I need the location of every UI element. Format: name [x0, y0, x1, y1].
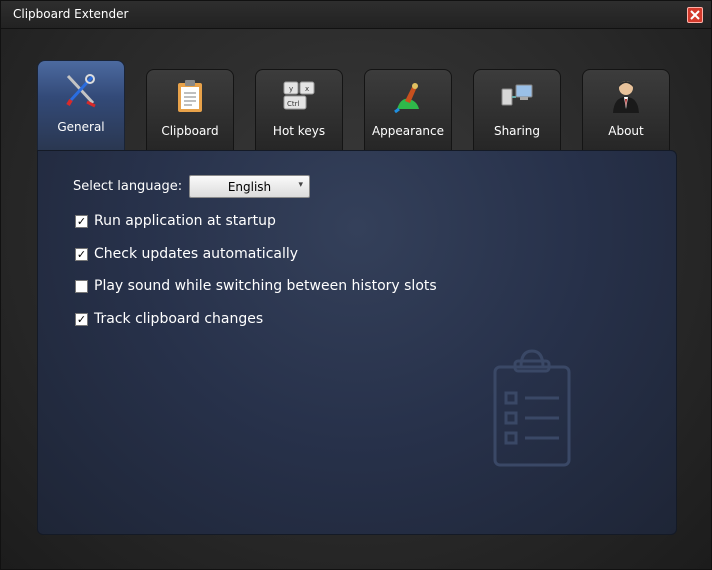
svg-text:Ctrl: Ctrl: [287, 100, 300, 108]
keyboard-icon: y x Ctrl: [279, 78, 319, 114]
svg-text:y: y: [289, 85, 293, 93]
tab-general[interactable]: General: [37, 60, 125, 151]
tools-icon: [61, 72, 101, 108]
option-label: Track clipboard changes: [94, 311, 264, 327]
clipboard-icon: [170, 78, 210, 114]
chevron-down-icon: ▾: [298, 180, 303, 190]
paint-icon: [388, 78, 428, 114]
run-at-startup-checkbox[interactable]: ✓: [75, 214, 88, 228]
tab-label: Hot keys: [272, 124, 326, 138]
tab-label: Sharing: [493, 124, 541, 138]
title-bar: Clipboard Extender: [1, 1, 711, 29]
option-label: Play sound while switching between histo…: [94, 278, 437, 294]
language-label: Select language:: [73, 179, 183, 194]
tab-label: About: [608, 124, 644, 138]
general-settings-panel: Select language: English ▾ ✓ Run applica…: [37, 150, 677, 535]
tab-sharing[interactable]: Sharing: [473, 69, 561, 151]
language-select[interactable]: English ▾: [189, 175, 310, 198]
option-play-sound[interactable]: Play sound while switching between histo…: [75, 277, 437, 295]
tab-hot-keys[interactable]: y x Ctrl Hot keys: [255, 69, 343, 151]
clipboard-checklist-icon: [493, 349, 571, 467]
option-label: Check updates automatically: [94, 246, 299, 262]
play-sound-checkbox[interactable]: [75, 279, 88, 293]
track-clipboard-checkbox[interactable]: ✓: [75, 312, 88, 326]
check-updates-checkbox[interactable]: ✓: [75, 247, 88, 261]
tab-clipboard[interactable]: Clipboard: [146, 69, 234, 151]
tab-label: General: [57, 120, 105, 134]
option-label: Run application at startup: [94, 213, 276, 229]
network-icon: [497, 78, 537, 114]
tab-label: Clipboard: [161, 124, 219, 138]
tab-appearance[interactable]: Appearance: [364, 69, 452, 151]
tab-about[interactable]: About: [582, 69, 670, 151]
option-check-updates[interactable]: ✓ Check updates automatically: [75, 245, 298, 263]
option-track-clipboard[interactable]: ✓ Track clipboard changes: [75, 310, 263, 328]
close-button[interactable]: [687, 7, 703, 23]
app-window: Clipboard Extender General Clipboard y x…: [0, 0, 712, 570]
option-run-at-startup[interactable]: ✓ Run application at startup: [75, 212, 276, 230]
close-icon: [690, 10, 700, 20]
svg-text:x: x: [305, 85, 309, 93]
tab-label: Appearance: [371, 124, 445, 138]
window-title: Clipboard Extender: [13, 7, 129, 21]
user-icon: [606, 78, 646, 114]
language-value: English: [227, 179, 272, 194]
